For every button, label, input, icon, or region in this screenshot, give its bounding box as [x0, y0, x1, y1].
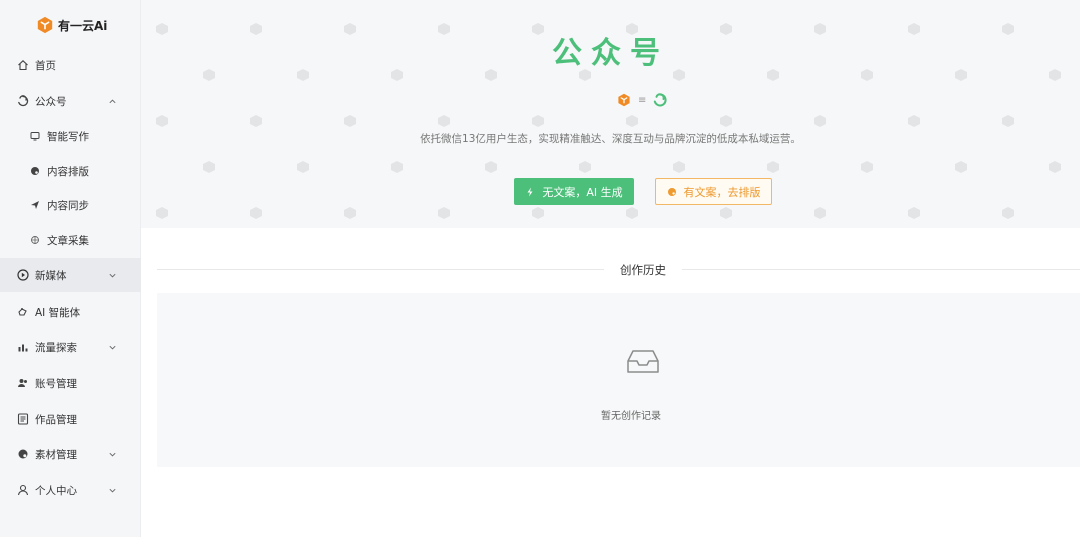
sidebar-item-home[interactable]: 首页	[0, 48, 141, 82]
watermark-icon	[344, 115, 356, 127]
users-icon	[17, 377, 29, 389]
wechat-official-icon	[654, 93, 667, 107]
chevron-down-icon[interactable]	[108, 486, 117, 495]
platform-logos: ≡	[617, 93, 667, 107]
sidebar-item-label: 内容同步	[47, 199, 89, 212]
watermark-icon	[814, 115, 826, 127]
sidebar-item-traffic-explore[interactable]: 流量探索	[0, 330, 141, 364]
sidebar-item-ai-agent[interactable]: AI 智能体	[0, 295, 141, 329]
sidebar-item-label: 智能写作	[47, 130, 89, 143]
watermark-icon	[391, 161, 403, 173]
watermark-icon	[297, 161, 309, 173]
sidebar-item-label: 个人中心	[35, 484, 77, 497]
collect-icon	[30, 235, 40, 245]
watermark-icon	[908, 207, 920, 219]
sidebar-item-wechat-official[interactable]: 公众号	[0, 84, 141, 118]
chevron-down-icon[interactable]	[108, 271, 117, 280]
sidebar-item-label: 流量探索	[35, 341, 77, 354]
sidebar-item-account-manage[interactable]: 账号管理	[0, 366, 141, 400]
send-icon	[30, 200, 40, 210]
tv-icon	[30, 131, 40, 141]
sidebar-item-article-collect[interactable]: 文章采集	[0, 223, 141, 257]
sidebar-item-label: AI 智能体	[35, 306, 81, 319]
connector-symbol: ≡	[638, 94, 647, 106]
page-title: 公众号	[552, 36, 669, 71]
watermark-icon	[532, 115, 544, 127]
sidebar-item-label: 内容排版	[47, 165, 89, 178]
brand-logo[interactable]: 有一云Ai	[36, 15, 107, 35]
sidebar-item-label: 素材管理	[35, 448, 77, 461]
watermark-icon	[861, 161, 873, 173]
watermark-icon	[485, 161, 497, 173]
watermark-icon	[438, 207, 450, 219]
brand-name: 有一云Ai	[58, 18, 108, 33]
watermark-icon	[673, 161, 685, 173]
empty-state-text: 暂无创作记录	[601, 411, 661, 422]
watermark-icon	[532, 207, 544, 219]
history-title: 创作历史	[604, 262, 682, 278]
lightning-icon	[527, 187, 533, 196]
watermark-icon	[438, 115, 450, 127]
sidebar-item-content-layout[interactable]: 内容排版	[0, 154, 141, 188]
palette-icon	[17, 448, 29, 460]
sidebar-item-content-sync[interactable]: 内容同步	[0, 188, 141, 222]
sidebar-item-smart-writing[interactable]: 智能写作	[0, 119, 141, 153]
user-icon	[17, 484, 29, 496]
ai-generate-button-label: 无文案，AI 生成	[542, 185, 623, 199]
watermark-icon	[720, 207, 732, 219]
document-icon	[17, 413, 29, 425]
watermark-icon	[626, 207, 638, 219]
play-circle-icon	[17, 269, 29, 281]
bar-chart-icon	[17, 341, 29, 353]
watermark-icon	[344, 207, 356, 219]
empty-inbox-icon	[627, 350, 659, 373]
palette-icon	[667, 187, 676, 196]
watermark-icon	[767, 161, 779, 173]
go-layout-button-label: 有文案，去排版	[683, 185, 761, 199]
sidebar: 有一云Ai 首页 公众号 智能写作 内容排版 内容同步 文章采集 新媒体 AI …	[0, 0, 141, 537]
chevron-up-icon[interactable]	[108, 97, 117, 106]
history-empty-state: 暂无创作记录	[157, 293, 1080, 467]
hero-description: 依托微信13亿用户生态，实现精准触达、深度互动与品牌沉淀的低成本私域运营。	[420, 133, 801, 145]
watermark-icon	[1002, 115, 1014, 127]
chevron-down-icon[interactable]	[108, 450, 117, 459]
watermark-icon	[156, 207, 168, 219]
home-icon	[17, 59, 29, 71]
go-layout-button[interactable]: 有文案，去排版	[655, 178, 772, 205]
sidebar-item-label: 作品管理	[35, 413, 77, 426]
watermark-icon	[1002, 207, 1014, 219]
sidebar-item-new-media[interactable]: 新媒体	[0, 258, 141, 292]
cube-logo-icon	[618, 93, 630, 107]
watermark-icon	[720, 115, 732, 127]
sidebar-item-label: 公众号	[35, 95, 67, 108]
cube-logo-icon	[37, 16, 53, 34]
watermark-icon	[203, 161, 215, 173]
sidebar-item-personal-center[interactable]: 个人中心	[0, 473, 141, 507]
sidebar-item-material-manage[interactable]: 素材管理	[0, 437, 141, 471]
watermark-icon	[250, 115, 262, 127]
divider-left	[157, 269, 604, 270]
robot-icon	[17, 306, 29, 318]
watermark-icon	[1049, 161, 1061, 173]
sidebar-item-label: 新媒体	[35, 269, 67, 282]
palette-icon	[30, 166, 40, 176]
watermark-icon	[579, 161, 591, 173]
hero-banner: 公众号 ≡ 依托微信13亿用户生态，实现精准触达、深度互动与品牌沉淀的低成本私域…	[141, 0, 1080, 228]
watermark-icon	[814, 207, 826, 219]
divider-right	[682, 269, 1080, 270]
watermark-icon	[626, 115, 638, 127]
watermark-icon	[908, 115, 920, 127]
sidebar-item-label: 首页	[35, 59, 56, 72]
sidebar-item-label: 账号管理	[35, 377, 77, 390]
ai-generate-button[interactable]: 无文案，AI 生成	[514, 178, 634, 205]
chevron-down-icon[interactable]	[108, 343, 117, 352]
watermark-icon	[250, 207, 262, 219]
sidebar-item-label: 文章采集	[47, 234, 89, 247]
wechat-official-icon	[17, 95, 29, 107]
sidebar-item-works-manage[interactable]: 作品管理	[0, 402, 141, 436]
watermark-icon	[156, 115, 168, 127]
watermark-icon	[955, 161, 967, 173]
